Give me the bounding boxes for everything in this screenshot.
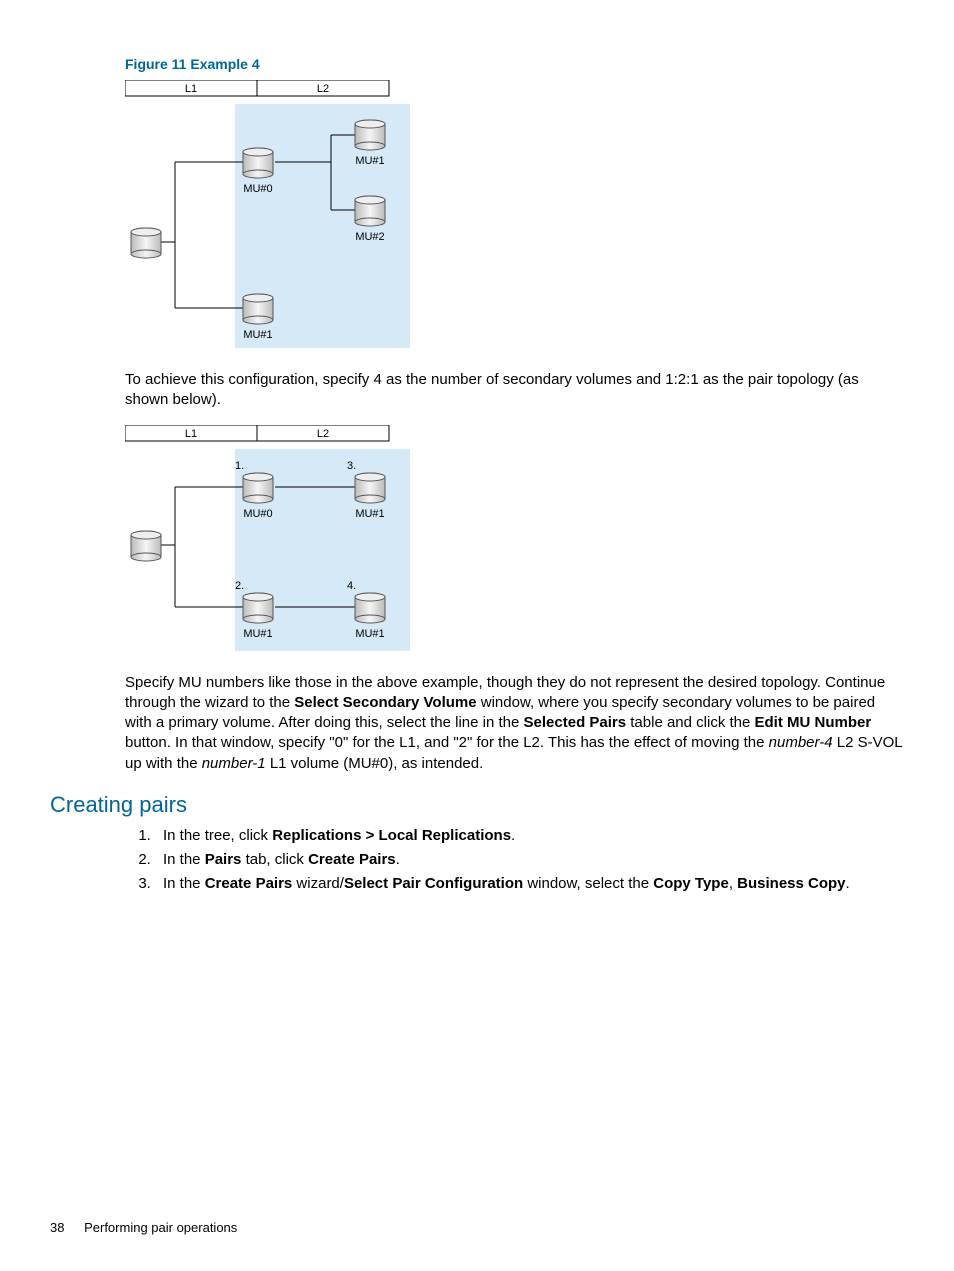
volume-icon [243,593,273,623]
volume-icon [243,473,273,503]
svg-text:MU#1: MU#1 [243,628,272,640]
step-2: In the Pairs tab, click Create Pairs. [155,850,904,870]
volume-icon [355,120,385,150]
svg-text:1.: 1. [235,460,244,472]
paragraph-mu-spec: Specify MU numbers like those in the abo… [125,673,904,774]
svg-text:4.: 4. [347,580,356,592]
header-l2: L2 [317,83,329,95]
svg-text:MU#1: MU#1 [355,508,384,520]
svg-text:MU#1: MU#1 [243,329,272,341]
volume-icon [355,196,385,226]
svg-text:L1: L1 [185,428,197,440]
svg-text:MU#1: MU#1 [355,155,384,167]
step-1: In the tree, click Replications > Local … [155,826,904,846]
svg-text:MU#0: MU#0 [243,183,272,195]
header-l1: L1 [185,83,197,95]
step-3: In the Create Pairs wizard/Select Pair C… [155,874,904,894]
steps-list: In the tree, click Replications > Local … [125,826,904,895]
volume-icon [355,473,385,503]
volume-icon [131,228,161,258]
figure-caption: Figure 11 Example 4 [125,56,904,72]
page-number: 38 [50,1220,64,1235]
paragraph-config: To achieve this configuration, specify 4… [125,370,904,411]
footer-title: Performing pair operations [84,1220,237,1235]
svg-text:3.: 3. [347,460,356,472]
svg-text:MU#2: MU#2 [355,231,384,243]
svg-text:2.: 2. [235,580,244,592]
section-heading-creating-pairs: Creating pairs [50,792,904,818]
volume-icon [355,593,385,623]
volume-icon [243,294,273,324]
svg-text:MU#1: MU#1 [355,628,384,640]
svg-text:L2: L2 [317,428,329,440]
volume-icon [131,531,161,561]
page-footer: 38 Performing pair operations [50,1220,237,1235]
figure-diagram-1: L1 L2 [125,80,904,352]
figure-diagram-2: L1 L2 1. [125,425,904,655]
volume-icon [243,148,273,178]
svg-text:MU#0: MU#0 [243,508,272,520]
